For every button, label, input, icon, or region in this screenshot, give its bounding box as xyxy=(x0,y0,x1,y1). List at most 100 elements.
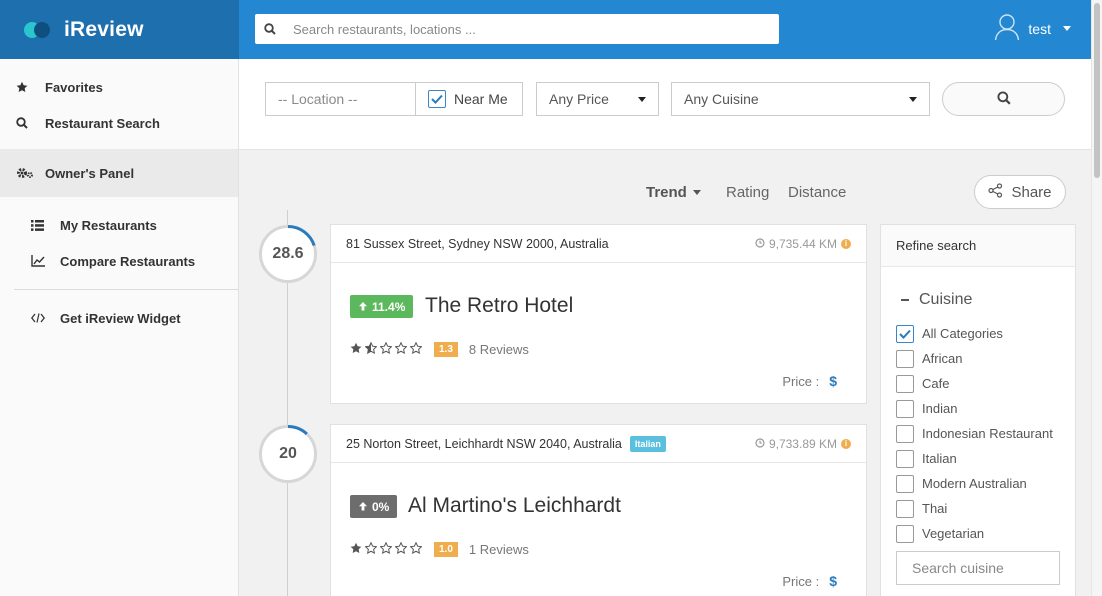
category-label: Italian xyxy=(922,451,957,466)
cuisine-category-item[interactable]: Indian xyxy=(896,396,1053,421)
sidebar: Favorites Restaurant Search Owner's Pane… xyxy=(0,59,239,596)
clock-icon xyxy=(755,237,765,251)
card-body: 0% Al Martino's Leichhardt 1.0 1 Reviews… xyxy=(331,463,866,596)
sort-rating[interactable]: Rating xyxy=(726,184,769,201)
sidebar-item-restaurant-search[interactable]: Restaurant Search xyxy=(0,105,238,141)
cuisine-category-item[interactable]: Italian xyxy=(896,446,1053,471)
price-select[interactable]: Any Price xyxy=(536,82,659,116)
username: test xyxy=(1028,20,1051,37)
star-icon xyxy=(16,81,45,93)
star-icon xyxy=(394,541,408,554)
sort-bar: Trend xyxy=(646,175,701,209)
rating-row: 1.0 1 Reviews xyxy=(350,541,529,557)
cuisine-section-toggle[interactable]: Cuisine xyxy=(901,291,972,309)
category-label: Modern Australian xyxy=(922,476,1027,491)
category-label: Indian xyxy=(922,401,958,416)
star-icon xyxy=(409,541,423,554)
cuisine-category-item[interactable]: All Categories xyxy=(896,321,1053,346)
score-circle: 28.6 xyxy=(259,225,317,283)
cuisine-category-item[interactable]: Indonesian Restaurant xyxy=(896,421,1053,446)
app-logo[interactable]: iReview xyxy=(0,0,239,59)
sort-trend[interactable]: Trend xyxy=(646,184,701,201)
sidebar-item-favorites[interactable]: Favorites xyxy=(0,69,238,105)
sort-distance-wrap: Distance xyxy=(788,175,846,209)
clock-icon xyxy=(755,437,765,451)
cuisine-select-value: Any Cuisine xyxy=(684,91,759,107)
sidebar-item-compare-restaurants[interactable]: Compare Restaurants xyxy=(0,243,238,279)
gears-icon xyxy=(16,166,45,180)
search-icon xyxy=(996,90,1011,108)
score-circle: 20 xyxy=(259,425,317,483)
category-checkbox[interactable] xyxy=(896,424,914,443)
score-value: 20 xyxy=(279,445,297,462)
reviews-link[interactable]: 1 Reviews xyxy=(469,542,529,557)
collapse-icon xyxy=(901,299,909,301)
rating-badge: 1.0 xyxy=(434,542,458,557)
category-label: All Categories xyxy=(922,326,1003,341)
sidebar-item-owners-panel[interactable]: Owner's Panel xyxy=(0,149,238,197)
restaurant-card: 81 Sussex Street, Sydney NSW 2000, Austr… xyxy=(330,224,867,404)
location-input[interactable]: -- Location -- xyxy=(265,82,417,116)
cuisine-tag: Italian xyxy=(629,435,666,452)
app-name: iReview xyxy=(64,17,144,41)
user-avatar-icon xyxy=(994,13,1020,44)
arrow-up-icon xyxy=(358,300,368,314)
restaurant-address: 25 Norton Street, Leichhardt NSW 2040, A… xyxy=(346,436,622,451)
info-icon[interactable]: i xyxy=(841,238,851,249)
restaurant-name[interactable]: The Retro Hotel xyxy=(425,294,573,318)
search-icon xyxy=(16,117,45,129)
restaurant-card: 25 Norton Street, Leichhardt NSW 2040, A… xyxy=(330,424,867,596)
restaurant-distance: 9,733.89 KM i xyxy=(755,437,851,451)
category-checkbox[interactable] xyxy=(896,449,914,468)
filter-search-button[interactable] xyxy=(942,82,1065,116)
price-row: Price : $ xyxy=(782,373,837,389)
price-label: Price : xyxy=(782,373,820,389)
scrollbar-thumb[interactable] xyxy=(1094,3,1100,178)
cuisine-category-item[interactable]: African xyxy=(896,346,1053,371)
info-icon[interactable]: i xyxy=(841,438,851,449)
near-me-checkbox[interactable] xyxy=(428,90,446,108)
share-button[interactable]: Share xyxy=(974,175,1066,209)
sidebar-item-label: Owner's Panel xyxy=(45,165,135,181)
cuisine-category-item[interactable]: Modern Australian xyxy=(896,471,1053,496)
near-me-label: Near Me xyxy=(454,91,508,107)
share-icon xyxy=(988,182,1003,202)
category-checkbox[interactable] xyxy=(896,474,914,493)
logo-icon xyxy=(24,21,52,38)
card-header: 81 Sussex Street, Sydney NSW 2000, Austr… xyxy=(331,225,866,263)
cuisine-select[interactable]: Any Cuisine xyxy=(671,82,930,116)
global-search-input[interactable] xyxy=(285,14,779,44)
cuisine-category-item[interactable]: Vegetarian xyxy=(896,521,1053,546)
rating-badge: 1.3 xyxy=(434,342,458,357)
cuisine-category-list: All Categories African Cafe Indian Indonesia… xyxy=(896,321,1053,546)
sidebar-item-get-widget[interactable]: Get iReview Widget xyxy=(0,300,238,336)
cuisine-category-item[interactable]: Cafe xyxy=(896,371,1053,396)
cuisine-category-item[interactable]: Thai xyxy=(896,496,1053,521)
category-checkbox[interactable] xyxy=(896,349,914,368)
near-me-toggle[interactable]: Near Me xyxy=(415,82,523,116)
cuisine-search-input[interactable] xyxy=(896,551,1060,585)
score-value: 28.6 xyxy=(272,245,304,262)
category-checkbox[interactable] xyxy=(896,399,914,418)
category-checkbox[interactable] xyxy=(896,324,914,343)
restaurant-address-wrap: 25 Norton Street, Leichhardt NSW 2040, A… xyxy=(346,435,755,452)
category-checkbox[interactable] xyxy=(896,374,914,393)
dropdown-caret-icon xyxy=(909,96,917,102)
sort-rating-wrap: Rating xyxy=(726,175,769,209)
sidebar-item-my-restaurants[interactable]: My Restaurants xyxy=(0,207,238,243)
restaurant-name[interactable]: Al Martino's Leichhardt xyxy=(408,494,621,518)
user-menu[interactable]: test xyxy=(994,13,1071,44)
trend-badge: 0% xyxy=(350,495,398,518)
dropdown-caret-icon xyxy=(638,96,646,102)
chevron-down-icon xyxy=(1063,26,1071,31)
price-value: $ xyxy=(829,373,837,389)
star-icon xyxy=(409,341,423,354)
sort-distance[interactable]: Distance xyxy=(788,184,846,201)
reviews-link[interactable]: 8 Reviews xyxy=(469,342,529,357)
star-icon xyxy=(364,341,378,354)
star-icon xyxy=(394,341,408,354)
category-checkbox[interactable] xyxy=(896,499,914,518)
category-checkbox[interactable] xyxy=(896,524,914,543)
trend-badge: 11.4% xyxy=(350,295,414,318)
page-scrollbar[interactable] xyxy=(1091,0,1102,596)
